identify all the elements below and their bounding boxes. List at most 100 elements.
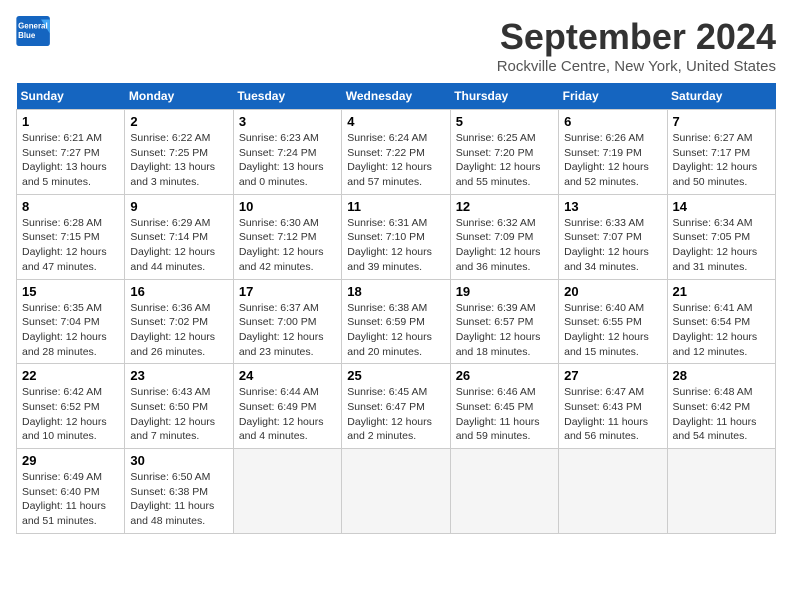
table-row: 5 Sunrise: 6:25 AM Sunset: 7:20 PM Dayli… <box>450 110 558 195</box>
table-row: 23 Sunrise: 6:43 AM Sunset: 6:50 PM Dayl… <box>125 364 233 449</box>
col-thursday: Thursday <box>450 83 558 110</box>
day-number: 19 <box>456 284 553 299</box>
table-row: 14 Sunrise: 6:34 AM Sunset: 7:05 PM Dayl… <box>667 194 775 279</box>
table-row: 12 Sunrise: 6:32 AM Sunset: 7:09 PM Dayl… <box>450 194 558 279</box>
table-row: 13 Sunrise: 6:33 AM Sunset: 7:07 PM Dayl… <box>559 194 667 279</box>
day-number: 12 <box>456 199 553 214</box>
calendar-row: 29 Sunrise: 6:49 AM Sunset: 6:40 PM Dayl… <box>17 449 776 534</box>
day-number: 2 <box>130 114 227 129</box>
table-row: 21 Sunrise: 6:41 AM Sunset: 6:54 PM Dayl… <box>667 279 775 364</box>
day-number: 22 <box>22 368 119 383</box>
day-number: 10 <box>239 199 336 214</box>
cell-content: Sunrise: 6:49 AM Sunset: 6:40 PM Dayligh… <box>22 471 106 527</box>
table-row: 8 Sunrise: 6:28 AM Sunset: 7:15 PM Dayli… <box>17 194 125 279</box>
cell-content: Sunrise: 6:28 AM Sunset: 7:15 PM Dayligh… <box>22 217 107 273</box>
table-row: 1 Sunrise: 6:21 AM Sunset: 7:27 PM Dayli… <box>17 110 125 195</box>
table-row: 15 Sunrise: 6:35 AM Sunset: 7:04 PM Dayl… <box>17 279 125 364</box>
col-saturday: Saturday <box>667 83 775 110</box>
table-row: 16 Sunrise: 6:36 AM Sunset: 7:02 PM Dayl… <box>125 279 233 364</box>
day-number: 29 <box>22 453 119 468</box>
table-row: 7 Sunrise: 6:27 AM Sunset: 7:17 PM Dayli… <box>667 110 775 195</box>
day-number: 27 <box>564 368 661 383</box>
table-row: 26 Sunrise: 6:46 AM Sunset: 6:45 PM Dayl… <box>450 364 558 449</box>
calendar-row: 1 Sunrise: 6:21 AM Sunset: 7:27 PM Dayli… <box>17 110 776 195</box>
cell-content: Sunrise: 6:39 AM Sunset: 6:57 PM Dayligh… <box>456 302 541 358</box>
cell-content: Sunrise: 6:31 AM Sunset: 7:10 PM Dayligh… <box>347 217 432 273</box>
day-number: 1 <box>22 114 119 129</box>
cell-content: Sunrise: 6:46 AM Sunset: 6:45 PM Dayligh… <box>456 386 540 442</box>
table-row: 27 Sunrise: 6:47 AM Sunset: 6:43 PM Dayl… <box>559 364 667 449</box>
table-row: 24 Sunrise: 6:44 AM Sunset: 6:49 PM Dayl… <box>233 364 341 449</box>
cell-content: Sunrise: 6:27 AM Sunset: 7:17 PM Dayligh… <box>673 132 758 188</box>
table-row: 18 Sunrise: 6:38 AM Sunset: 6:59 PM Dayl… <box>342 279 450 364</box>
page-header: General Blue September 2024 Rockville Ce… <box>16 16 776 75</box>
cell-content: Sunrise: 6:38 AM Sunset: 6:59 PM Dayligh… <box>347 302 432 358</box>
cell-content: Sunrise: 6:35 AM Sunset: 7:04 PM Dayligh… <box>22 302 107 358</box>
table-row <box>667 449 775 534</box>
table-row: 6 Sunrise: 6:26 AM Sunset: 7:19 PM Dayli… <box>559 110 667 195</box>
table-row: 3 Sunrise: 6:23 AM Sunset: 7:24 PM Dayli… <box>233 110 341 195</box>
day-number: 24 <box>239 368 336 383</box>
col-tuesday: Tuesday <box>233 83 341 110</box>
table-row <box>450 449 558 534</box>
table-row <box>233 449 341 534</box>
cell-content: Sunrise: 6:40 AM Sunset: 6:55 PM Dayligh… <box>564 302 649 358</box>
table-row: 9 Sunrise: 6:29 AM Sunset: 7:14 PM Dayli… <box>125 194 233 279</box>
cell-content: Sunrise: 6:45 AM Sunset: 6:47 PM Dayligh… <box>347 386 432 442</box>
day-number: 11 <box>347 199 444 214</box>
calendar-row: 8 Sunrise: 6:28 AM Sunset: 7:15 PM Dayli… <box>17 194 776 279</box>
calendar-table: Sunday Monday Tuesday Wednesday Thursday… <box>16 83 776 534</box>
cell-content: Sunrise: 6:42 AM Sunset: 6:52 PM Dayligh… <box>22 386 107 442</box>
table-row: 19 Sunrise: 6:39 AM Sunset: 6:57 PM Dayl… <box>450 279 558 364</box>
cell-content: Sunrise: 6:36 AM Sunset: 7:02 PM Dayligh… <box>130 302 215 358</box>
month-title: September 2024 <box>497 16 776 58</box>
cell-content: Sunrise: 6:30 AM Sunset: 7:12 PM Dayligh… <box>239 217 324 273</box>
table-row: 4 Sunrise: 6:24 AM Sunset: 7:22 PM Dayli… <box>342 110 450 195</box>
table-row: 11 Sunrise: 6:31 AM Sunset: 7:10 PM Dayl… <box>342 194 450 279</box>
cell-content: Sunrise: 6:22 AM Sunset: 7:25 PM Dayligh… <box>130 132 215 188</box>
table-row: 10 Sunrise: 6:30 AM Sunset: 7:12 PM Dayl… <box>233 194 341 279</box>
cell-content: Sunrise: 6:48 AM Sunset: 6:42 PM Dayligh… <box>673 386 757 442</box>
svg-text:General: General <box>18 21 48 30</box>
cell-content: Sunrise: 6:43 AM Sunset: 6:50 PM Dayligh… <box>130 386 215 442</box>
svg-text:Blue: Blue <box>18 31 36 40</box>
day-number: 26 <box>456 368 553 383</box>
cell-content: Sunrise: 6:21 AM Sunset: 7:27 PM Dayligh… <box>22 132 107 188</box>
day-number: 5 <box>456 114 553 129</box>
title-block: September 2024 Rockville Centre, New Yor… <box>497 16 776 75</box>
day-number: 25 <box>347 368 444 383</box>
table-row: 20 Sunrise: 6:40 AM Sunset: 6:55 PM Dayl… <box>559 279 667 364</box>
table-row: 30 Sunrise: 6:50 AM Sunset: 6:38 PM Dayl… <box>125 449 233 534</box>
cell-content: Sunrise: 6:25 AM Sunset: 7:20 PM Dayligh… <box>456 132 541 188</box>
day-number: 20 <box>564 284 661 299</box>
col-monday: Monday <box>125 83 233 110</box>
cell-content: Sunrise: 6:50 AM Sunset: 6:38 PM Dayligh… <box>130 471 214 527</box>
cell-content: Sunrise: 6:29 AM Sunset: 7:14 PM Dayligh… <box>130 217 215 273</box>
day-number: 21 <box>673 284 770 299</box>
cell-content: Sunrise: 6:34 AM Sunset: 7:05 PM Dayligh… <box>673 217 758 273</box>
day-number: 17 <box>239 284 336 299</box>
day-number: 7 <box>673 114 770 129</box>
cell-content: Sunrise: 6:47 AM Sunset: 6:43 PM Dayligh… <box>564 386 648 442</box>
day-number: 16 <box>130 284 227 299</box>
table-row: 22 Sunrise: 6:42 AM Sunset: 6:52 PM Dayl… <box>17 364 125 449</box>
table-row: 2 Sunrise: 6:22 AM Sunset: 7:25 PM Dayli… <box>125 110 233 195</box>
table-row: 17 Sunrise: 6:37 AM Sunset: 7:00 PM Dayl… <box>233 279 341 364</box>
logo-icon: General Blue <box>16 16 52 46</box>
day-number: 13 <box>564 199 661 214</box>
logo: General Blue <box>16 16 56 46</box>
location: Rockville Centre, New York, United State… <box>497 58 776 75</box>
day-number: 23 <box>130 368 227 383</box>
cell-content: Sunrise: 6:26 AM Sunset: 7:19 PM Dayligh… <box>564 132 649 188</box>
day-number: 3 <box>239 114 336 129</box>
cell-content: Sunrise: 6:44 AM Sunset: 6:49 PM Dayligh… <box>239 386 324 442</box>
day-number: 30 <box>130 453 227 468</box>
cell-content: Sunrise: 6:41 AM Sunset: 6:54 PM Dayligh… <box>673 302 758 358</box>
day-number: 8 <box>22 199 119 214</box>
cell-content: Sunrise: 6:37 AM Sunset: 7:00 PM Dayligh… <box>239 302 324 358</box>
table-row: 25 Sunrise: 6:45 AM Sunset: 6:47 PM Dayl… <box>342 364 450 449</box>
table-row: 29 Sunrise: 6:49 AM Sunset: 6:40 PM Dayl… <box>17 449 125 534</box>
day-number: 28 <box>673 368 770 383</box>
calendar-row: 22 Sunrise: 6:42 AM Sunset: 6:52 PM Dayl… <box>17 364 776 449</box>
cell-content: Sunrise: 6:23 AM Sunset: 7:24 PM Dayligh… <box>239 132 324 188</box>
